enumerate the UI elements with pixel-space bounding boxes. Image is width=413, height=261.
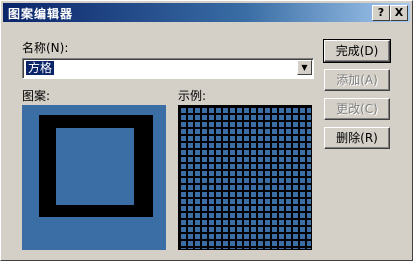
- sample-label: 示例:: [178, 89, 207, 103]
- title-bar: 图案编辑器 ? X: [3, 3, 410, 22]
- name-combobox[interactable]: 方格 ▼: [22, 58, 314, 79]
- sample-preview: [178, 105, 312, 250]
- delete-button[interactable]: 删除(R): [324, 127, 390, 149]
- pattern-editor-dialog: 图案编辑器 ? X 名称(N): 方格 ▼ 图案: 示例: 完成(D) 添加(A…: [0, 0, 413, 261]
- done-button[interactable]: 完成(D): [323, 39, 391, 63]
- pattern-label: 图案:: [22, 89, 51, 103]
- name-label: 名称(N):: [22, 41, 69, 55]
- dialog-title: 图案编辑器: [8, 7, 74, 21]
- add-button[interactable]: 添加(A): [324, 69, 390, 91]
- close-button[interactable]: X: [390, 5, 408, 21]
- pattern-blue-cells: [56, 128, 134, 205]
- change-button[interactable]: 更改(C): [324, 98, 390, 120]
- help-button[interactable]: ?: [372, 5, 390, 21]
- dropdown-arrow-icon[interactable]: ▼: [297, 60, 312, 75]
- name-combobox-value: 方格: [26, 61, 55, 75]
- pattern-black-cells: [39, 115, 153, 217]
- pattern-editor-area[interactable]: [22, 105, 166, 250]
